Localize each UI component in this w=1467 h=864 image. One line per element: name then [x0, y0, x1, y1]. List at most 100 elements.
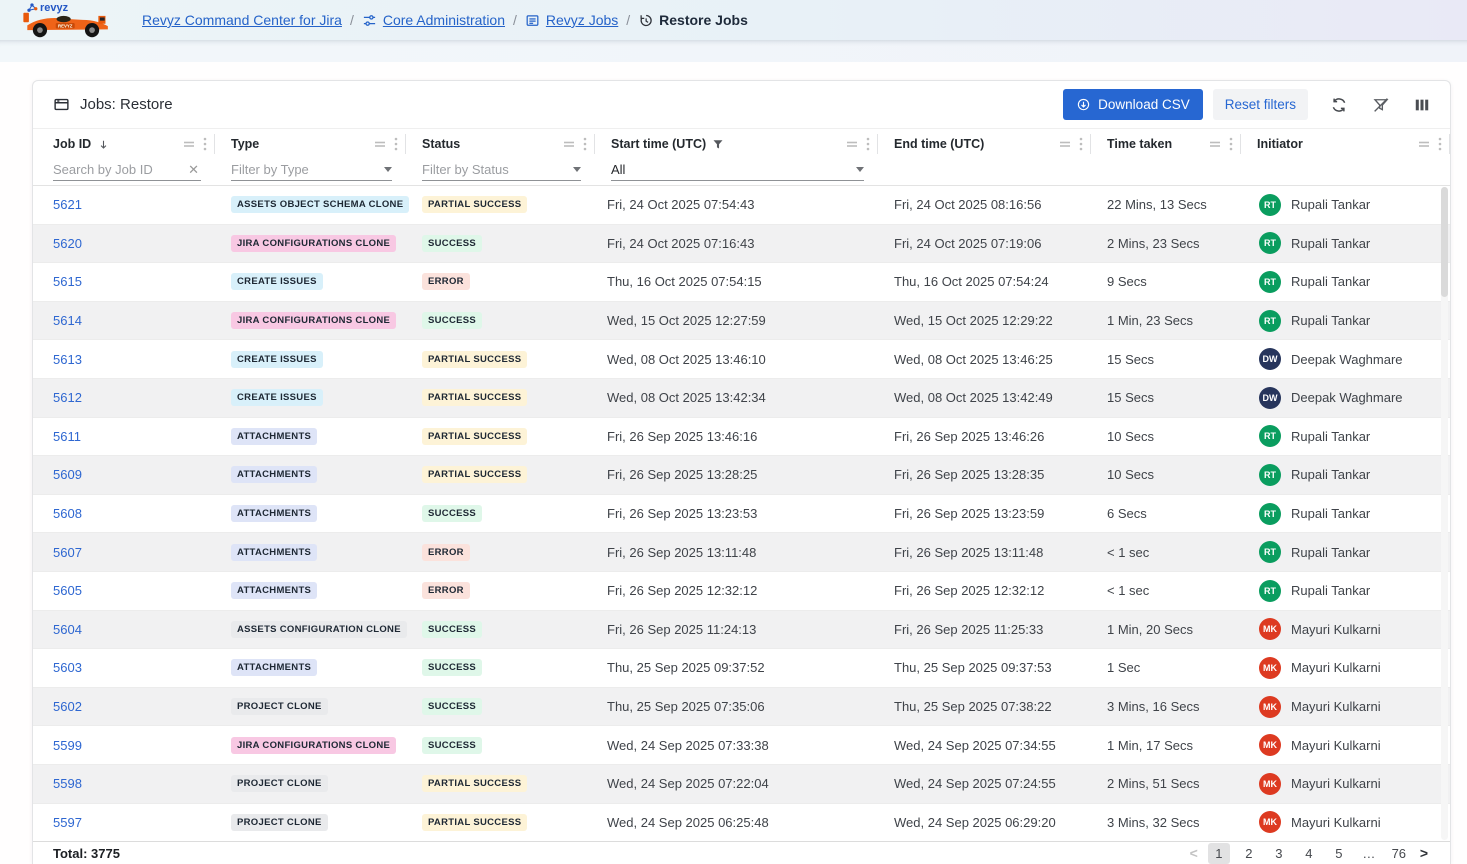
column-header-initiator[interactable]: Initiator	[1241, 129, 1450, 159]
type-badge: ASSETS CONFIGURATION CLONE	[231, 621, 407, 638]
breadcrumb: Revyz Command Center for Jira / Core Adm…	[142, 12, 748, 28]
column-header-start-time[interactable]: Start time (UTC)	[595, 129, 878, 159]
chevron-down-icon[interactable]	[573, 167, 581, 172]
pagination-ellipsis: …	[1358, 843, 1380, 864]
type-filter-input[interactable]	[231, 162, 384, 177]
job-id-link[interactable]: 5611	[53, 429, 81, 444]
job-id-link[interactable]: 5605	[53, 583, 82, 598]
refresh-icon[interactable]	[1330, 96, 1348, 114]
scrollbar-thumb[interactable]	[1441, 187, 1448, 297]
status-badge: SUCCESS	[422, 698, 482, 715]
start-time-filter-value: All	[611, 162, 856, 177]
chevron-down-icon[interactable]	[856, 167, 864, 172]
revyz-logo[interactable]: revyz REVYZ	[10, 0, 128, 40]
initiator-name: Rupali Tankar	[1291, 506, 1370, 521]
end-time-cell: Fri, 26 Sep 2025 12:32:12	[878, 572, 1091, 610]
column-drag-handle-icon[interactable]	[1059, 139, 1071, 149]
column-drag-handle-icon[interactable]	[1418, 139, 1430, 149]
pagination-page-button[interactable]: 76	[1388, 843, 1410, 864]
pagination-page-button[interactable]: 5	[1328, 843, 1350, 864]
download-csv-button[interactable]: Download CSV	[1063, 89, 1203, 120]
job-id-link[interactable]: 5613	[53, 352, 82, 367]
end-time-cell: Wed, 24 Sep 2025 07:34:55	[878, 726, 1091, 764]
initiator-name: Rupali Tankar	[1291, 274, 1370, 289]
type-badge: PROJECT CLONE	[231, 814, 328, 831]
column-menu-icon[interactable]	[1079, 137, 1083, 151]
job-id-link[interactable]: 5599	[53, 738, 82, 753]
job-id-link[interactable]: 5614	[53, 313, 82, 328]
job-id-search-input[interactable]	[53, 162, 186, 177]
job-id-link[interactable]: 5612	[53, 390, 82, 405]
column-header-job-id[interactable]: Job ID	[33, 129, 215, 159]
type-badge: ATTACHMENTS	[231, 428, 317, 445]
column-menu-icon[interactable]	[866, 137, 870, 151]
list-icon	[525, 13, 540, 28]
status-filter-input[interactable]	[422, 162, 573, 177]
column-drag-handle-icon[interactable]	[1209, 139, 1221, 149]
status-badge: SUCCESS	[422, 621, 482, 638]
pagination-next-button[interactable]: >	[1418, 845, 1430, 861]
initiator-name: Deepak Waghmare	[1291, 390, 1403, 405]
pagination-page-button[interactable]: 4	[1298, 843, 1320, 864]
type-badge: JIRA CONFIGURATIONS CLONE	[231, 235, 396, 252]
time-taken-cell: 3 Mins, 32 Secs	[1091, 804, 1241, 842]
column-header-type[interactable]: Type	[215, 129, 406, 159]
pagination-page-button[interactable]: 3	[1268, 843, 1290, 864]
job-id-link[interactable]: 5602	[53, 699, 82, 714]
columns-icon[interactable]	[1414, 97, 1430, 113]
job-id-link[interactable]: 5609	[53, 467, 82, 482]
start-time-filter-select[interactable]: All	[611, 159, 864, 181]
column-drag-handle-icon[interactable]	[846, 139, 858, 149]
column-header-end-time[interactable]: End time (UTC)	[878, 129, 1091, 159]
table-row: 5597 PROJECT CLONE PARTIAL SUCCESS Wed, …	[33, 804, 1450, 842]
start-time-cell: Wed, 24 Sep 2025 06:25:48	[595, 804, 878, 842]
table-row: 5613 CREATE ISSUES PARTIAL SUCCESS Wed, …	[33, 340, 1450, 379]
start-time-cell: Thu, 25 Sep 2025 07:35:06	[595, 688, 878, 726]
column-menu-icon[interactable]	[203, 137, 207, 151]
job-id-link[interactable]: 5620	[53, 236, 82, 251]
job-id-link[interactable]: 5597	[53, 815, 82, 830]
job-id-link[interactable]: 5607	[53, 545, 82, 560]
table-row: 5608 ATTACHMENTS SUCCESS Fri, 26 Sep 202…	[33, 495, 1450, 534]
end-time-cell: Fri, 26 Sep 2025 13:28:35	[878, 456, 1091, 494]
breadcrumb-link-core-administration[interactable]: Core Administration	[362, 12, 505, 28]
reset-filters-button[interactable]: Reset filters	[1213, 89, 1308, 120]
job-id-link[interactable]: 5603	[53, 660, 82, 675]
time-taken-cell: 1 Sec	[1091, 649, 1241, 687]
job-id-link[interactable]: 5608	[53, 506, 82, 521]
start-time-cell: Wed, 24 Sep 2025 07:33:38	[595, 726, 878, 764]
column-menu-icon[interactable]	[1438, 137, 1442, 151]
column-drag-handle-icon[interactable]	[563, 139, 575, 149]
vertical-scrollbar[interactable]	[1441, 187, 1448, 840]
breadcrumb-link-revyz-jobs[interactable]: Revyz Jobs	[525, 12, 618, 28]
column-drag-handle-icon[interactable]	[183, 139, 195, 149]
download-csv-label: Download CSV	[1098, 97, 1190, 112]
breadcrumb-link-command-center[interactable]: Revyz Command Center for Jira	[142, 12, 342, 28]
pagination-page-button[interactable]: 1	[1208, 843, 1230, 864]
job-id-link[interactable]: 5604	[53, 622, 82, 637]
job-id-link[interactable]: 5621	[53, 197, 82, 212]
clear-search-icon[interactable]: ✕	[186, 162, 201, 178]
column-header-time-taken[interactable]: Time taken	[1091, 129, 1241, 159]
chevron-down-icon[interactable]	[384, 167, 392, 172]
column-menu-icon[interactable]	[1229, 137, 1233, 151]
start-time-cell: Wed, 08 Oct 2025 13:42:34	[595, 379, 878, 417]
pagination-page-button[interactable]: 2	[1238, 843, 1260, 864]
initiator-avatar: MK	[1259, 657, 1281, 679]
column-menu-icon[interactable]	[394, 137, 398, 151]
filter-off-icon[interactable]	[1372, 96, 1390, 114]
column-header-status[interactable]: Status	[406, 129, 595, 159]
start-time-cell: Fri, 26 Sep 2025 13:11:48	[595, 533, 878, 571]
type-badge: ATTACHMENTS	[231, 505, 317, 522]
end-time-cell: Thu, 25 Sep 2025 09:37:53	[878, 649, 1091, 687]
time-taken-cell: < 1 sec	[1091, 572, 1241, 610]
initiator-name: Rupali Tankar	[1291, 236, 1370, 251]
sort-descending-icon[interactable]	[97, 138, 110, 151]
job-id-link[interactable]: 5598	[53, 776, 82, 791]
status-badge: ERROR	[422, 544, 470, 561]
column-drag-handle-icon[interactable]	[374, 139, 386, 149]
type-badge: PROJECT CLONE	[231, 698, 328, 715]
column-menu-icon[interactable]	[583, 137, 587, 151]
job-id-link[interactable]: 5615	[53, 274, 82, 289]
start-time-cell: Wed, 15 Oct 2025 12:27:59	[595, 302, 878, 340]
